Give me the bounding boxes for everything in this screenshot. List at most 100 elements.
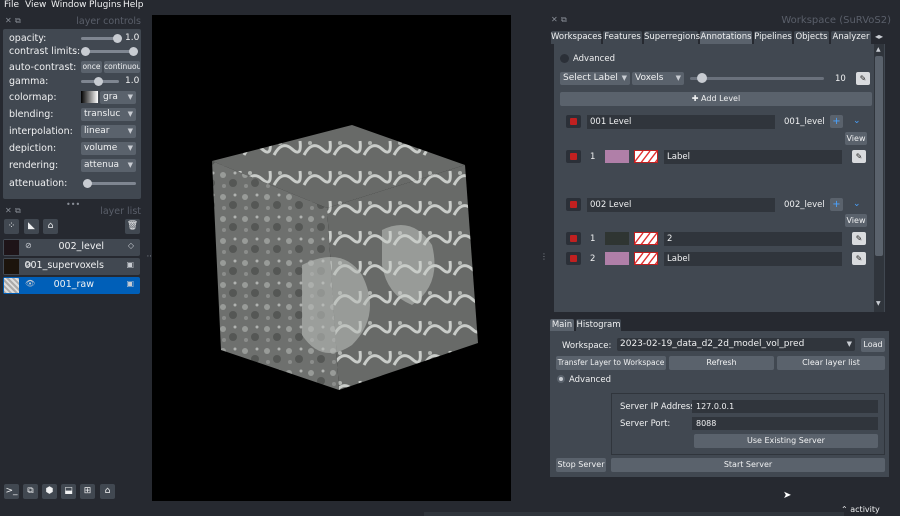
transpose-icon[interactable]: ⬓ bbox=[61, 484, 76, 499]
brush-mode-dropdown[interactable]: Voxels ▼ bbox=[632, 72, 684, 85]
load-button[interactable]: Load bbox=[861, 338, 885, 352]
contrast-max-handle[interactable] bbox=[129, 47, 138, 56]
tab-pipelines[interactable]: Pipelines bbox=[754, 31, 792, 44]
label-color-swatch[interactable] bbox=[605, 252, 629, 265]
delete-label-button[interactable] bbox=[566, 150, 581, 163]
layer-item-002-level[interactable]: ⊘ 002_level ◇ bbox=[3, 239, 140, 256]
delete-label-button[interactable] bbox=[566, 232, 581, 245]
gamma-slider-handle[interactable] bbox=[94, 77, 103, 86]
gamma-label: gamma: bbox=[9, 76, 49, 87]
depiction-select[interactable]: volume ▼ bbox=[81, 142, 136, 155]
menu-plugins[interactable]: Plugins bbox=[89, 0, 121, 10]
tab-scroll-arrows-icon[interactable]: ◂▸ bbox=[875, 32, 883, 41]
label-visibility-toggle[interactable] bbox=[634, 232, 658, 245]
label-color-swatch[interactable] bbox=[605, 150, 629, 163]
advanced-radio[interactable] bbox=[560, 54, 569, 63]
depiction-value: volume bbox=[84, 143, 118, 153]
rendering-select[interactable]: attenua ▼ bbox=[81, 159, 136, 172]
activity-button[interactable]: ⌃ activity bbox=[841, 505, 880, 514]
grid-view-icon[interactable]: ⊞ bbox=[80, 484, 95, 499]
label-visibility-toggle[interactable] bbox=[634, 252, 658, 265]
tab-features[interactable]: Features bbox=[603, 31, 642, 44]
tab-analyzer[interactable]: Analyzer bbox=[831, 31, 871, 44]
home-icon[interactable]: ⌂ bbox=[100, 484, 115, 499]
ndisplay-toggle-icon[interactable]: ⧉ bbox=[23, 484, 38, 499]
console-icon[interactable]: >_ bbox=[4, 484, 19, 499]
tab-workspaces[interactable]: Workspaces bbox=[551, 31, 602, 44]
tab-superregions[interactable]: Superregions bbox=[644, 31, 700, 44]
splitter-handle[interactable]: ⋮ bbox=[540, 252, 548, 261]
refresh-button[interactable]: Refresh bbox=[669, 356, 774, 370]
opacity-slider-handle[interactable] bbox=[113, 34, 122, 43]
float-icon[interactable]: ⧉ bbox=[15, 206, 21, 216]
label-color-swatch[interactable] bbox=[605, 232, 629, 245]
label-name-field[interactable] bbox=[664, 252, 842, 266]
blending-select[interactable]: transluc ▼ bbox=[81, 108, 136, 121]
tab-objects[interactable]: Objects bbox=[794, 31, 829, 44]
new-shapes-layer-icon[interactable]: ◣ bbox=[24, 219, 39, 234]
brush-size-handle[interactable] bbox=[697, 73, 707, 83]
add-label-plus-icon[interactable]: + bbox=[830, 115, 843, 128]
eye-off-icon[interactable]: ⊘ bbox=[25, 241, 32, 250]
contrast-limits-slider[interactable] bbox=[85, 50, 134, 53]
add-label-plus-icon[interactable]: + bbox=[830, 198, 843, 211]
server-ip-input[interactable]: 127.0.0.1 bbox=[692, 400, 878, 413]
view-level-button[interactable]: View bbox=[845, 214, 867, 227]
new-labels-layer-icon[interactable]: ⌂ bbox=[43, 219, 58, 234]
auto-contrast-continuous-button[interactable]: continuou bbox=[104, 61, 140, 73]
delete-label-button[interactable] bbox=[566, 252, 581, 265]
contrast-min-handle[interactable] bbox=[81, 47, 90, 56]
layer-item-001-supervoxels[interactable]: ⊘ 001_supervoxels ▣ bbox=[3, 258, 140, 275]
advanced-radio[interactable] bbox=[557, 375, 565, 383]
colormap-select[interactable]: gra ▼ bbox=[100, 91, 136, 104]
chevron-down-icon[interactable]: ⌄ bbox=[853, 116, 861, 126]
stop-server-button[interactable]: Stop Server bbox=[556, 458, 606, 472]
pencil-icon[interactable]: ✎ bbox=[856, 72, 870, 85]
float-icon[interactable]: ⧉ bbox=[561, 15, 567, 25]
scroll-down-icon[interactable]: ▼ bbox=[876, 300, 881, 307]
scrollbar-handle[interactable] bbox=[875, 56, 883, 256]
menu-window[interactable]: Window bbox=[51, 0, 87, 10]
menu-help[interactable]: Help bbox=[123, 0, 144, 10]
menu-file[interactable]: File bbox=[4, 0, 19, 10]
close-icon[interactable]: ✕ bbox=[5, 16, 12, 25]
delete-layer-icon[interactable]: 🗑 bbox=[125, 219, 140, 234]
close-icon[interactable]: ✕ bbox=[551, 15, 558, 24]
view-level-button[interactable]: View bbox=[845, 132, 867, 145]
menu-view[interactable]: View bbox=[25, 0, 46, 10]
select-label-dropdown[interactable]: Select Label ▼ bbox=[560, 72, 630, 85]
label-name-field[interactable] bbox=[664, 150, 842, 164]
add-level-button[interactable]: ✚ Add Level bbox=[560, 92, 872, 106]
transfer-layer-button[interactable]: Transfer Layer to Workspace bbox=[556, 356, 666, 370]
auto-contrast-once-button[interactable]: once bbox=[81, 61, 102, 73]
clear-layer-list-button[interactable]: Clear layer list bbox=[777, 356, 885, 370]
pencil-icon[interactable]: ✎ bbox=[852, 150, 866, 163]
start-server-button[interactable]: Start Server bbox=[611, 458, 885, 472]
float-icon[interactable]: ⧉ bbox=[15, 16, 21, 26]
workspace-select[interactable]: 2023-02-19_data_d2_2d_model_vol_pred ▼ bbox=[617, 338, 855, 351]
rendering-value: attenua bbox=[84, 160, 120, 170]
close-icon[interactable]: ✕ bbox=[5, 206, 12, 215]
interpolation-select[interactable]: linear ▼ bbox=[81, 125, 136, 138]
opacity-label: opacity: bbox=[9, 33, 47, 44]
server-port-input[interactable]: 8088 bbox=[692, 417, 878, 430]
new-points-layer-icon[interactable]: ⁘ bbox=[4, 219, 19, 234]
tab-annotations[interactable]: Annotations bbox=[700, 31, 752, 44]
label-name: Label bbox=[667, 152, 690, 162]
delete-level-button[interactable] bbox=[566, 115, 581, 128]
use-existing-server-button[interactable]: Use Existing Server bbox=[694, 434, 878, 448]
pencil-icon[interactable]: ✎ bbox=[852, 252, 866, 265]
viewer-canvas[interactable] bbox=[152, 15, 511, 501]
chevron-down-icon[interactable]: ⌄ bbox=[853, 199, 861, 209]
brush-size-slider[interactable] bbox=[690, 77, 824, 80]
delete-level-button[interactable] bbox=[566, 198, 581, 211]
roll-dimensions-icon[interactable]: ⬢ bbox=[42, 484, 57, 499]
pencil-icon[interactable]: ✎ bbox=[852, 232, 866, 245]
label-name-field[interactable] bbox=[664, 232, 842, 246]
eye-icon[interactable]: 👁 bbox=[25, 279, 35, 288]
chevron-down-icon: ▼ bbox=[675, 74, 681, 82]
scroll-up-icon[interactable]: ▲ bbox=[876, 46, 881, 53]
attenuation-slider-handle[interactable] bbox=[83, 179, 92, 188]
label-visibility-toggle[interactable] bbox=[634, 150, 658, 163]
layer-item-001-raw[interactable]: 👁 001_raw ▣ bbox=[3, 277, 140, 294]
